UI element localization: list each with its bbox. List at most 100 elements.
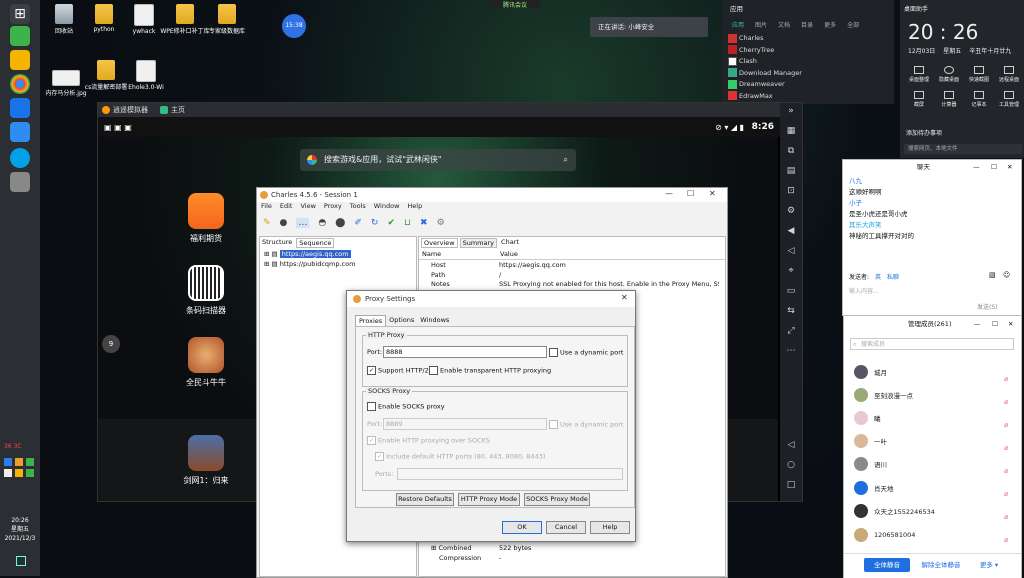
- location-icon[interactable]: ⌖: [785, 265, 797, 277]
- tool-item[interactable]: 快速截图: [964, 66, 994, 83]
- menu-edit[interactable]: Edit: [280, 202, 293, 212]
- back-icon[interactable]: ◁: [785, 439, 797, 451]
- tool-item[interactable]: 工具管理: [994, 91, 1024, 108]
- tab-overview[interactable]: Overview: [421, 238, 458, 248]
- tray-icons[interactable]: [4, 458, 38, 506]
- maximize-icon[interactable]: ☐: [991, 160, 997, 174]
- member-row[interactable]: 一叶: [854, 433, 887, 449]
- folder-icon[interactable]: ▭: [785, 285, 797, 297]
- member-row[interactable]: 语川: [854, 456, 887, 472]
- app-fuli-futures[interactable]: 福利期货: [176, 193, 236, 244]
- member-row[interactable]: 众天之1552246534: [854, 503, 935, 519]
- taskbar-clock[interactable]: 20:26 星期五 2021/12/3: [0, 516, 40, 543]
- desktop-icon-expert-db[interactable]: 专家级数据库: [204, 4, 250, 35]
- settings-icon[interactable]: ⚙: [785, 205, 797, 217]
- refresh-icon[interactable]: ↻: [371, 218, 379, 228]
- desktop-search-input[interactable]: 搜索网页、本地文件: [904, 144, 1022, 154]
- search-icon[interactable]: ⌕: [564, 149, 568, 171]
- app-menu-tab[interactable]: 目录: [801, 20, 813, 29]
- meeting-bar[interactable]: 腾讯会议: [490, 0, 540, 9]
- menu-proxy[interactable]: Proxy: [324, 202, 342, 212]
- transparent-checkbox[interactable]: Enable transparent HTTP proxying: [429, 366, 551, 375]
- tab-structure[interactable]: Structure: [262, 238, 292, 248]
- pen-icon[interactable]: ✐: [354, 218, 362, 228]
- maximize-icon[interactable]: ☐: [992, 316, 998, 332]
- minimize-icon[interactable]: —: [973, 160, 980, 174]
- keyboard-icon[interactable]: ▦: [785, 125, 797, 137]
- table-row[interactable]: Path /: [431, 271, 722, 281]
- timer-badge[interactable]: 15:38: [282, 14, 306, 38]
- tools-icon[interactable]: ✖: [420, 218, 428, 228]
- volume-down-icon[interactable]: ◁: [785, 245, 797, 257]
- close-icon[interactable]: ✕: [709, 189, 716, 198]
- rotate-icon[interactable]: ⇆: [785, 305, 797, 317]
- member-row[interactable]: 至刻浪漫一点: [854, 387, 913, 403]
- mute-all-button[interactable]: 全体静音: [864, 558, 910, 572]
- app-item-download-manager[interactable]: Download Manager: [728, 68, 894, 80]
- socks-dynamic-checkbox[interactable]: Use a dynamic port: [549, 420, 623, 429]
- enable-socks-checkbox[interactable]: Enable SOCKS proxy: [367, 402, 445, 411]
- restore-defaults-button[interactable]: Restore Defaults: [396, 493, 454, 506]
- table-row[interactable]: ⊞ Combined 522 bytes: [431, 543, 531, 553]
- basket-icon[interactable]: ⊔: [404, 218, 411, 228]
- http-port-input[interactable]: 8888: [383, 346, 547, 358]
- breakpoint-icon[interactable]: ⬤: [335, 218, 345, 228]
- gear-icon[interactable]: ⚙: [437, 218, 445, 228]
- close-icon[interactable]: ✕: [1007, 160, 1012, 174]
- throttle-icon[interactable]: …: [296, 218, 310, 228]
- member-row[interactable]: 城月: [854, 364, 887, 380]
- menu-tools[interactable]: Tools: [350, 202, 366, 212]
- fullscreen-icon[interactable]: ⤢: [785, 325, 797, 337]
- private-chat-toggle[interactable]: 私聊: [887, 272, 899, 281]
- socks-proxy-mode-button[interactable]: SOCKS Proxy Mode: [524, 493, 590, 506]
- dynamic-port-checkbox[interactable]: Use a dynamic port: [549, 348, 623, 357]
- chat-input[interactable]: 输入内容...: [849, 286, 879, 295]
- app-barcode-scanner[interactable]: 条码扫描器: [176, 265, 236, 316]
- broom-icon[interactable]: ✎: [263, 218, 271, 228]
- emulator-icon[interactable]: [10, 172, 30, 192]
- check-icon[interactable]: ✔: [387, 218, 395, 228]
- unmute-all-button[interactable]: 解除全体静音: [916, 558, 966, 572]
- minimize-icon[interactable]: —: [974, 316, 981, 332]
- tab-chart[interactable]: Chart: [499, 238, 521, 248]
- http2-checkbox[interactable]: ✓ Support HTTP/2: [367, 366, 429, 375]
- floating-badge[interactable]: 9: [102, 335, 120, 353]
- chrome-icon[interactable]: [10, 74, 30, 94]
- member-row[interactable]: 曦: [854, 410, 881, 426]
- http-proxy-mode-button[interactable]: HTTP Proxy Mode: [458, 493, 520, 506]
- tool-item[interactable]: 桌面整理: [904, 66, 934, 83]
- default-ports-checkbox[interactable]: ✓ Include default HTTP ports (80, 443, 80…: [375, 452, 545, 461]
- emulator-tab[interactable]: 主页: [171, 105, 185, 115]
- minimize-icon[interactable]: —: [665, 189, 673, 198]
- home-icon[interactable]: ○: [785, 459, 797, 471]
- tool-item[interactable]: 计算器: [934, 91, 964, 108]
- desktop-icon-ehole[interactable]: Ehole3.0-Wi: [122, 60, 170, 91]
- tool-item[interactable]: 记事本: [964, 91, 994, 108]
- close-icon[interactable]: ✕: [1008, 316, 1013, 332]
- send-button[interactable]: 发送(S): [977, 302, 998, 311]
- app-menu-tab[interactable]: 应用: [732, 20, 744, 29]
- app-blue-icon[interactable]: [10, 98, 30, 118]
- file-explorer-icon[interactable]: [10, 50, 30, 70]
- tool-item[interactable]: 截屏: [904, 91, 934, 108]
- screenshot-icon[interactable]: ⊡: [785, 185, 797, 197]
- install-apk-icon[interactable]: ▤: [785, 165, 797, 177]
- windows-start-icon[interactable]: ⊞: [10, 4, 30, 24]
- desktop-icon-wpe[interactable]: WPE修补口补丁库: [160, 4, 210, 35]
- member-row[interactable]: 1206581004: [854, 527, 915, 543]
- member-search-input[interactable]: ⌕ 搜索成员: [850, 338, 1014, 350]
- close-icon[interactable]: ✕: [621, 293, 628, 302]
- more-button[interactable]: 更多 ▾: [974, 558, 1004, 572]
- app-jianwang[interactable]: 剑网1：归来: [176, 435, 236, 486]
- tab-options[interactable]: Options: [386, 315, 417, 326]
- maximize-icon[interactable]: ☐: [687, 189, 694, 198]
- meeting-icon[interactable]: [10, 122, 30, 142]
- tool-item[interactable]: 远程桌面: [994, 66, 1024, 83]
- mute-icons[interactable]: ⌀ ⌀ ⌀ ⌀ ⌀ ⌀ ⌀ ⌀: [1004, 368, 1008, 552]
- app-item-clash[interactable]: Clash: [728, 56, 894, 68]
- android-search-bar[interactable]: 搜索游戏&应用，试试"武林闲侠" ⌕: [300, 149, 576, 171]
- table-row[interactable]: Notes SSL Proxying not enabled for this h…: [431, 280, 722, 290]
- table-row[interactable]: Compression -: [431, 553, 531, 563]
- image-icon[interactable]: ▧: [989, 271, 996, 279]
- volume-up-icon[interactable]: ◀: [785, 225, 797, 237]
